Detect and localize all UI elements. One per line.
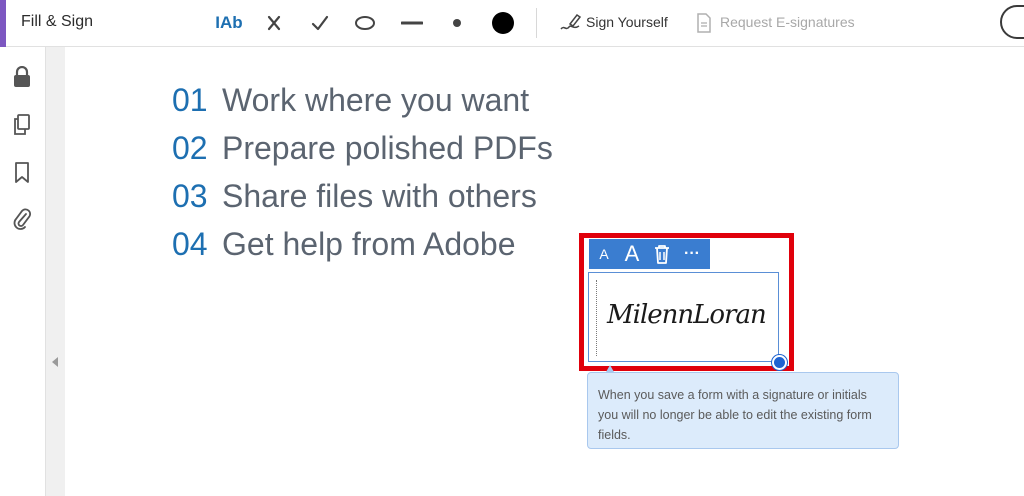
tooltip-pointer bbox=[606, 365, 614, 372]
attachment-icon[interactable] bbox=[11, 208, 33, 230]
item-number: 01 bbox=[172, 82, 208, 118]
bookmark-icon[interactable] bbox=[11, 162, 33, 184]
toolbar-divider bbox=[536, 8, 537, 38]
signature-mini-toolbar: A A ··· bbox=[589, 239, 710, 269]
signature-text[interactable]: MilennLoran bbox=[607, 300, 767, 330]
lock-icon[interactable] bbox=[11, 66, 33, 88]
ellipse-icon[interactable] bbox=[352, 8, 378, 38]
list-item: 02 Prepare polished PDFs bbox=[172, 130, 553, 166]
top-toolbar: Fill & Sign IAb Sign Yourself Request E-… bbox=[0, 0, 1024, 47]
request-esignatures-button[interactable]: Request E-signatures bbox=[720, 14, 855, 30]
item-text: Prepare polished PDFs bbox=[222, 130, 553, 166]
color-swatch-icon[interactable] bbox=[489, 8, 517, 38]
signature-field-guide bbox=[596, 280, 597, 356]
sign-yourself-button[interactable]: Sign Yourself bbox=[586, 14, 668, 30]
item-number: 02 bbox=[172, 130, 208, 166]
dot-icon[interactable] bbox=[446, 8, 468, 38]
left-rail bbox=[0, 47, 46, 496]
list-item: 01 Work where you want bbox=[172, 82, 529, 118]
tool-title: Fill & Sign bbox=[21, 13, 94, 30]
item-number: 03 bbox=[172, 178, 208, 214]
cross-mark-icon[interactable] bbox=[262, 8, 286, 38]
window-accent bbox=[0, 0, 6, 47]
close-button[interactable] bbox=[1000, 5, 1024, 39]
check-mark-icon[interactable] bbox=[308, 8, 332, 38]
add-text-icon[interactable]: IAb bbox=[214, 8, 244, 38]
collapse-panel-icon[interactable] bbox=[52, 357, 58, 367]
line-icon[interactable] bbox=[398, 8, 426, 38]
panel-gutter bbox=[46, 47, 65, 496]
list-item: 03 Share files with others bbox=[172, 178, 537, 214]
increase-size-button[interactable]: A bbox=[617, 241, 647, 267]
signature-tooltip: When you save a form with a signature or… bbox=[587, 372, 899, 449]
decrease-size-button[interactable]: A bbox=[591, 246, 617, 262]
item-text: Share files with others bbox=[222, 178, 537, 214]
item-text: Get help from Adobe bbox=[222, 226, 516, 262]
more-options-button[interactable]: ··· bbox=[677, 245, 707, 263]
resize-handle[interactable] bbox=[772, 355, 787, 370]
copy-pages-icon[interactable] bbox=[11, 114, 33, 136]
item-text: Work where you want bbox=[222, 82, 530, 118]
trash-icon[interactable] bbox=[647, 244, 677, 264]
list-item: 04 Get help from Adobe bbox=[172, 226, 516, 262]
document-icon bbox=[694, 8, 714, 38]
sign-pen-icon[interactable] bbox=[556, 8, 584, 38]
item-number: 04 bbox=[172, 226, 208, 262]
